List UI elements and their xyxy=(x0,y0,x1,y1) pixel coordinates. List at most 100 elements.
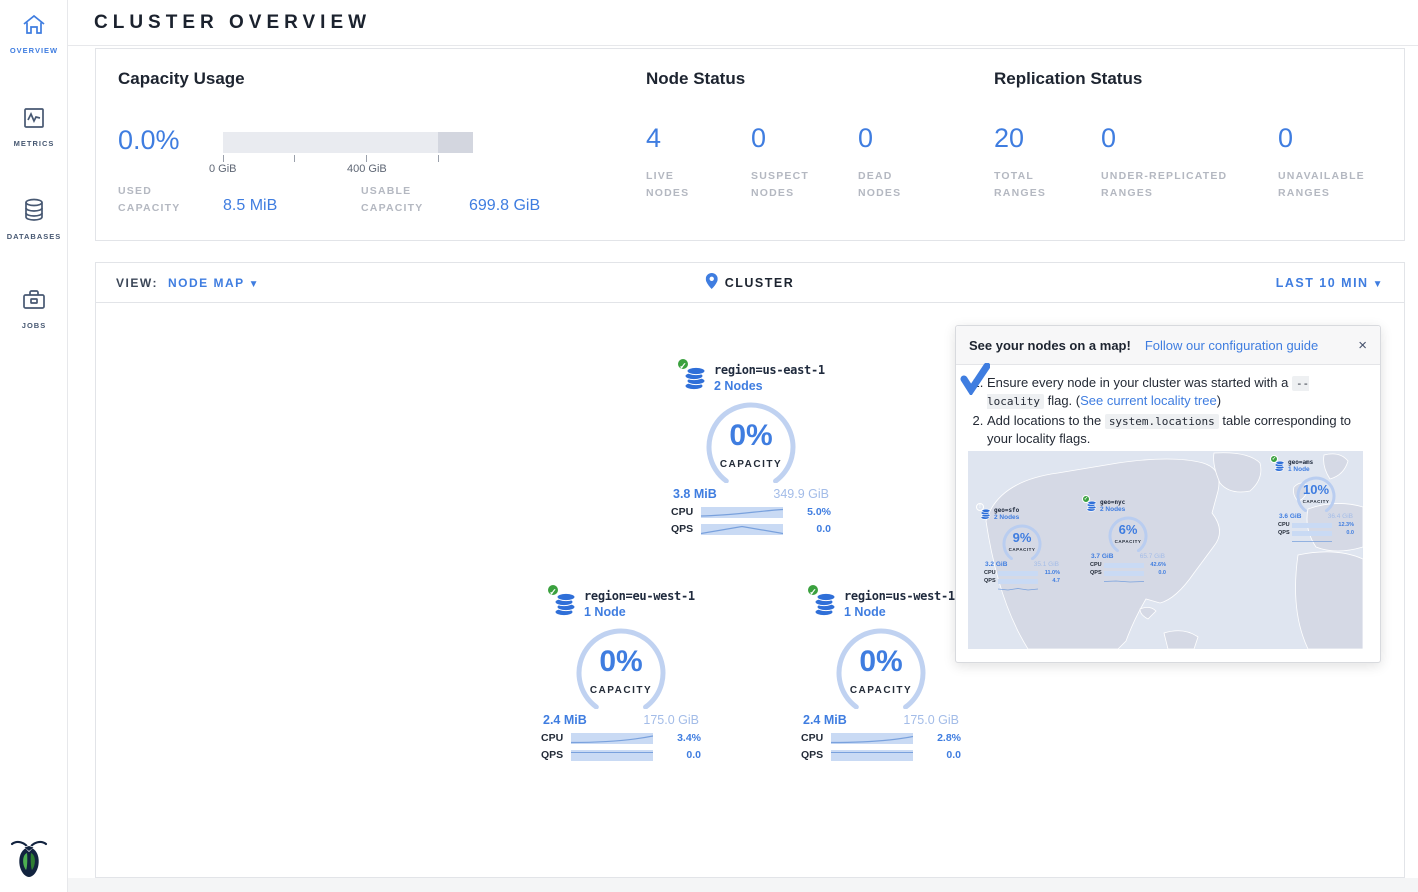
region-nodes: 2 Nodes xyxy=(1100,506,1125,513)
dead-nodes-value: 0 xyxy=(858,125,901,152)
qps-label: QPS xyxy=(984,578,998,584)
capacity-gauge: 0% CAPACITY xyxy=(566,627,676,709)
db-stack-icon: ! xyxy=(980,507,991,520)
gauge-percent: 0% xyxy=(826,645,936,679)
cpu-value: 2.8% xyxy=(937,732,961,744)
gauge-capacity-label: CAPACITY xyxy=(1292,499,1340,504)
region-nodes: 1 Node xyxy=(1288,466,1313,473)
mini-region-ams: ✓ geo=ams 1 Node 10% CAPACITY 3.6 GiB 36… xyxy=(1268,459,1363,536)
node-map-setup-popup: See your nodes on a map! Follow our conf… xyxy=(955,325,1381,663)
cpu-label: CPU xyxy=(671,506,701,518)
region-nodes-link[interactable]: 1 Node xyxy=(584,605,695,619)
qps-value: 0.0 xyxy=(1158,570,1166,576)
live-nodes-label: LIVE NODES xyxy=(646,168,689,202)
under-replicated-label: UNDER-REPLICATED RANGES xyxy=(1101,168,1227,202)
system-locations-code: system.locations xyxy=(1105,414,1219,429)
cpu-sparkline xyxy=(571,733,653,744)
node-status-title: Node Status xyxy=(646,69,745,89)
qps-label: QPS xyxy=(801,749,831,761)
breadcrumb: CLUSTER xyxy=(706,273,795,292)
step-done-check-icon xyxy=(960,363,990,400)
time-range-selector[interactable]: LAST 10 MIN▼ xyxy=(1276,276,1384,290)
db-stack-icon: ✓ xyxy=(1086,499,1097,512)
status-ok-icon: ✓ xyxy=(546,583,560,597)
region-header: ✓ region=eu-west-1 1 Node xyxy=(553,589,713,619)
qps-sparkline xyxy=(571,750,653,761)
status-ok-icon: ✓ xyxy=(676,357,690,371)
popup-header: See your nodes on a map! Follow our conf… xyxy=(956,326,1380,365)
region-nodes-link[interactable]: 1 Node xyxy=(844,605,955,619)
sidebar-item-databases[interactable]: DATABASES xyxy=(0,184,68,251)
qps-label: QPS xyxy=(1090,570,1104,576)
dead-nodes-stat: 0 DEAD NODES xyxy=(858,125,901,202)
example-node-map-image: ! geo=sfo 2 Nodes 9% CAPACITY 3.2 GiB 35… xyxy=(968,451,1363,649)
region-group-us-east-1[interactable]: ✓ region=us-east-1 2 Nodes 0% CAPACITY 3… xyxy=(659,363,843,535)
capacity-values: 3.8 MiB 349.9 GiB xyxy=(673,487,829,501)
sidebar-item-overview[interactable]: OVERVIEW xyxy=(0,0,68,65)
qps-sparkline xyxy=(701,524,783,535)
gauge-capacity-label: CAPACITY xyxy=(696,459,806,470)
region-locality: region=us-west-1 xyxy=(844,589,955,603)
region-nodes: 2 Nodes xyxy=(994,514,1019,521)
region-header: ✓ region=us-east-1 2 Nodes xyxy=(683,363,843,393)
page-footer-strip xyxy=(68,878,1418,892)
view-selector[interactable]: NODE MAP▼ xyxy=(168,276,260,290)
cpu-value: 42.6% xyxy=(1150,562,1166,568)
cpu-label: CPU xyxy=(1278,522,1292,528)
status-ok-icon: ✓ xyxy=(1270,455,1278,463)
total-capacity: 35.1 GiB xyxy=(1034,561,1059,568)
unavailable-ranges-value: 0 xyxy=(1278,125,1365,152)
qps-sparkline xyxy=(831,750,913,761)
chevron-down-icon: ▼ xyxy=(1373,279,1384,290)
capacity-values: 2.4 MiB 175.0 GiB xyxy=(543,713,699,727)
db-stack-icon: ✓ xyxy=(553,589,577,617)
popup-body: Ensure every node in your cluster was st… xyxy=(956,365,1380,448)
briefcase-icon xyxy=(22,298,46,315)
qps-row: QPS 0.0 xyxy=(801,749,961,761)
cpu-row: CPU 3.4% xyxy=(541,732,701,744)
cpu-label: CPU xyxy=(1090,562,1104,568)
capacity-tick-400: 400 GiB xyxy=(347,163,387,175)
view-label: VIEW: xyxy=(116,276,158,290)
qps-label: QPS xyxy=(1278,530,1292,536)
map-pin-icon xyxy=(706,273,718,292)
cpu-value: 11.0% xyxy=(1045,570,1060,576)
usable-capacity-value: 699.8 GiB xyxy=(469,197,540,215)
under-replicated-stat: 0 UNDER-REPLICATED RANGES xyxy=(1101,125,1227,202)
capacity-usage-bar xyxy=(223,132,473,153)
popup-title: See your nodes on a map! xyxy=(969,338,1131,353)
used-capacity-label: USED CAPACITY xyxy=(118,183,181,217)
gauge-percent: 0% xyxy=(566,645,676,679)
sidebar-item-jobs[interactable]: JOBS xyxy=(0,275,68,340)
region-group-eu-west-1[interactable]: ✓ region=eu-west-1 1 Node 0% CAPACITY 2.… xyxy=(529,589,713,761)
sidebar-item-label: JOBS xyxy=(0,321,68,330)
region-nodes-link[interactable]: 2 Nodes xyxy=(714,379,825,393)
page-header: CLUSTER OVERVIEW xyxy=(68,0,1418,46)
cluster-summary-card: Capacity Usage 0.0% 0 GiB 400 GiB USED C… xyxy=(95,48,1405,241)
region-locality: region=eu-west-1 xyxy=(584,589,695,603)
qps-sparkline xyxy=(1104,571,1144,576)
gauge-capacity-label: CAPACITY xyxy=(1104,539,1152,544)
locality-tree-link[interactable]: See current locality tree xyxy=(1080,393,1217,408)
used-capacity: 2.4 MiB xyxy=(803,713,847,727)
sidebar-item-metrics[interactable]: METRICS xyxy=(0,93,68,158)
capacity-gauge: 0% CAPACITY xyxy=(696,401,806,483)
unavailable-ranges-stat: 0 UNAVAILABLE RANGES xyxy=(1278,125,1365,202)
close-icon[interactable]: × xyxy=(1358,337,1367,354)
db-stack-icon: ✓ xyxy=(813,589,837,617)
total-ranges-label: TOTAL RANGES xyxy=(994,168,1046,202)
qps-row: QPS 0.0 xyxy=(541,749,701,761)
home-icon xyxy=(22,23,46,40)
total-capacity: 175.0 GiB xyxy=(643,713,699,727)
cpu-label: CPU xyxy=(984,570,998,576)
region-group-us-west-1[interactable]: ✓ region=us-west-1 1 Node 0% CAPACITY 2.… xyxy=(789,589,973,761)
configuration-guide-link[interactable]: Follow our configuration guide xyxy=(1145,338,1318,353)
capacity-gauge: 10% CAPACITY xyxy=(1292,475,1340,512)
capacity-values: 2.4 MiB 175.0 GiB xyxy=(803,713,959,727)
qps-label: QPS xyxy=(671,523,701,535)
qps-value: 0.0 xyxy=(1346,530,1354,536)
total-capacity: 175.0 GiB xyxy=(903,713,959,727)
status-ok-icon: ✓ xyxy=(1082,495,1090,503)
region-locality: geo=sfo xyxy=(994,507,1019,514)
used-capacity: 3.6 GiB xyxy=(1279,513,1301,520)
